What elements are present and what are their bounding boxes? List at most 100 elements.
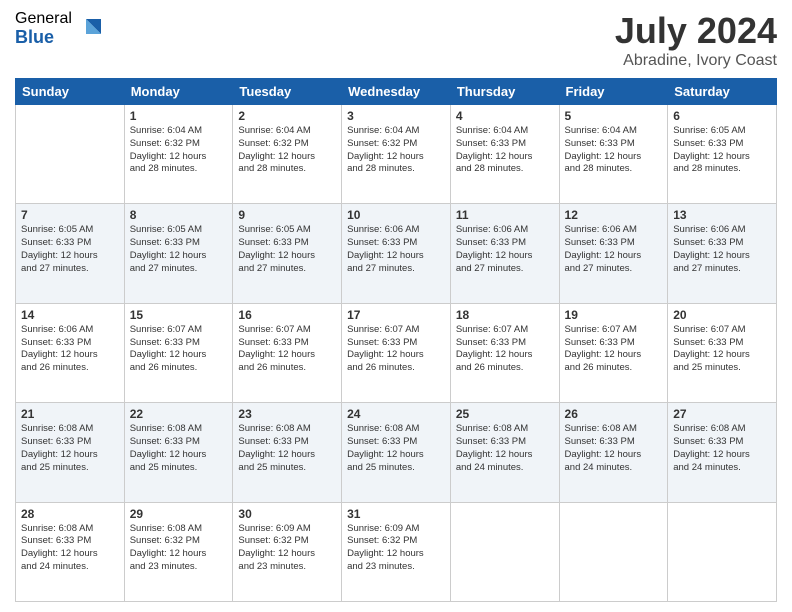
day-number: 1: [130, 109, 228, 123]
day-number: 27: [673, 407, 771, 421]
title-area: July 2024 Abradine, Ivory Coast: [615, 10, 777, 70]
day-info: Sunrise: 6:05 AM Sunset: 6:33 PM Dayligh…: [238, 224, 336, 275]
col-header-saturday: Saturday: [668, 79, 777, 105]
calendar-cell: [668, 502, 777, 601]
logo-icon: [76, 14, 106, 44]
calendar-row-2: 7 Sunrise: 6:05 AM Sunset: 6:33 PM Daylig…: [16, 204, 777, 303]
page: General Blue July 2024 Abradine, Ivory C…: [0, 0, 792, 612]
calendar-cell: 16Sunrise: 6:07 AM Sunset: 6:33 PM Dayli…: [233, 303, 342, 402]
day-info: Sunrise: 6:05 AM Sunset: 6:33 PM Dayligh…: [21, 224, 119, 275]
calendar-cell: 19 Sunrise: 6:07 AM Sunset: 6:33 PM Dayli…: [559, 303, 668, 402]
calendar-cell: 6Sunrise: 6:05 AM Sunset: 6:33 PM Daylig…: [668, 105, 777, 204]
day-info: Sunrise: 6:06 AM Sunset: 6:33 PM Dayligh…: [673, 224, 771, 275]
day-number: 7: [21, 208, 119, 222]
day-number: 29: [130, 507, 228, 521]
day-info: Sunrise: 6:06 AM Sunset: 6:33 PM Dayligh…: [347, 224, 445, 275]
logo-text: General Blue: [15, 10, 72, 47]
calendar-cell: 31 Sunrise: 6:09 AM Sunset: 6:32 PM Dayli…: [342, 502, 451, 601]
calendar-cell: 11 Sunrise: 6:06 AM Sunset: 6:33 PM Dayli…: [450, 204, 559, 303]
calendar-row-5: 28 Sunrise: 6:08 AM Sunset: 6:33 PM Dayli…: [16, 502, 777, 601]
day-number: 9: [238, 208, 336, 222]
calendar-cell: 23Sunrise: 6:08 AM Sunset: 6:33 PM Dayli…: [233, 403, 342, 502]
day-number: 6: [673, 109, 771, 123]
day-info: Sunrise: 6:08 AM Sunset: 6:33 PM Dayligh…: [456, 423, 554, 474]
day-info: Sunrise: 6:08 AM Sunset: 6:33 PM Dayligh…: [565, 423, 663, 474]
day-info: Sunrise: 6:06 AM Sunset: 6:33 PM Dayligh…: [456, 224, 554, 275]
calendar-cell: 27 Sunrise: 6:08 AM Sunset: 6:33 PM Dayli…: [668, 403, 777, 502]
day-info: Sunrise: 6:08 AM Sunset: 6:33 PM Dayligh…: [347, 423, 445, 474]
calendar-cell: 14 Sunrise: 6:06 AM Sunset: 6:33 PM Dayli…: [16, 303, 125, 402]
calendar-cell: 25 Sunrise: 6:08 AM Sunset: 6:33 PM Dayli…: [450, 403, 559, 502]
day-info: Sunrise: 6:04 AM Sunset: 6:33 PM Dayligh…: [565, 125, 663, 176]
day-number: 3: [347, 109, 445, 123]
day-info: Sunrise: 6:07 AM Sunset: 6:33 PM Dayligh…: [347, 324, 445, 375]
calendar-row-4: 21 Sunrise: 6:08 AM Sunset: 6:33 PM Dayli…: [16, 403, 777, 502]
col-header-tuesday: Tuesday: [233, 79, 342, 105]
day-number: 17: [347, 308, 445, 322]
logo-blue: Blue: [15, 28, 72, 48]
day-info: Sunrise: 6:09 AM Sunset: 6:32 PM Dayligh…: [347, 523, 445, 574]
calendar-cell: 15 Sunrise: 6:07 AM Sunset: 6:33 PM Dayli…: [124, 303, 233, 402]
calendar-cell: 1 Sunrise: 6:04 AM Sunset: 6:32 PM Daylig…: [124, 105, 233, 204]
calendar-cell: 7 Sunrise: 6:05 AM Sunset: 6:33 PM Daylig…: [16, 204, 125, 303]
calendar-cell: 4Sunrise: 6:04 AM Sunset: 6:33 PM Daylig…: [450, 105, 559, 204]
day-number: 21: [21, 407, 119, 421]
month-title: July 2024: [615, 10, 777, 52]
day-info: Sunrise: 6:07 AM Sunset: 6:33 PM Dayligh…: [673, 324, 771, 375]
day-info: Sunrise: 6:06 AM Sunset: 6:33 PM Dayligh…: [565, 224, 663, 275]
calendar-cell: [16, 105, 125, 204]
day-info: Sunrise: 6:08 AM Sunset: 6:33 PM Dayligh…: [673, 423, 771, 474]
calendar-cell: 29Sunrise: 6:08 AM Sunset: 6:32 PM Dayli…: [124, 502, 233, 601]
calendar-cell: 26 Sunrise: 6:08 AM Sunset: 6:33 PM Dayli…: [559, 403, 668, 502]
day-info: Sunrise: 6:07 AM Sunset: 6:33 PM Dayligh…: [130, 324, 228, 375]
day-number: 14: [21, 308, 119, 322]
day-number: 12: [565, 208, 663, 222]
day-info: Sunrise: 6:04 AM Sunset: 6:32 PM Dayligh…: [130, 125, 228, 176]
header: General Blue July 2024 Abradine, Ivory C…: [15, 10, 777, 70]
calendar-cell: 13 Sunrise: 6:06 AM Sunset: 6:33 PM Dayli…: [668, 204, 777, 303]
day-info: Sunrise: 6:06 AM Sunset: 6:33 PM Dayligh…: [21, 324, 119, 375]
day-number: 15: [130, 308, 228, 322]
day-number: 25: [456, 407, 554, 421]
day-number: 20: [673, 308, 771, 322]
day-info: Sunrise: 6:08 AM Sunset: 6:33 PM Dayligh…: [21, 423, 119, 474]
calendar-cell: 9 Sunrise: 6:05 AM Sunset: 6:33 PM Daylig…: [233, 204, 342, 303]
day-number: 19: [565, 308, 663, 322]
calendar-cell: 10Sunrise: 6:06 AM Sunset: 6:33 PM Dayli…: [342, 204, 451, 303]
calendar-cell: 24 Sunrise: 6:08 AM Sunset: 6:33 PM Dayli…: [342, 403, 451, 502]
day-info: Sunrise: 6:07 AM Sunset: 6:33 PM Dayligh…: [565, 324, 663, 375]
day-info: Sunrise: 6:04 AM Sunset: 6:33 PM Dayligh…: [456, 125, 554, 176]
col-header-friday: Friday: [559, 79, 668, 105]
col-header-wednesday: Wednesday: [342, 79, 451, 105]
day-number: 18: [456, 308, 554, 322]
calendar-header-row: Sunday Monday Tuesday Wednesday Thursday…: [16, 79, 777, 105]
day-number: 30: [238, 507, 336, 521]
calendar-cell: 5 Sunrise: 6:04 AM Sunset: 6:33 PM Daylig…: [559, 105, 668, 204]
day-number: 5: [565, 109, 663, 123]
calendar-cell: 8Sunrise: 6:05 AM Sunset: 6:33 PM Daylig…: [124, 204, 233, 303]
day-number: 24: [347, 407, 445, 421]
calendar-cell: 22Sunrise: 6:08 AM Sunset: 6:33 PM Dayli…: [124, 403, 233, 502]
day-info: Sunrise: 6:08 AM Sunset: 6:33 PM Dayligh…: [21, 523, 119, 574]
calendar-cell: 28 Sunrise: 6:08 AM Sunset: 6:33 PM Dayli…: [16, 502, 125, 601]
col-header-sunday: Sunday: [16, 79, 125, 105]
logo-general: General: [15, 10, 72, 28]
calendar-cell: 12 Sunrise: 6:06 AM Sunset: 6:33 PM Dayli…: [559, 204, 668, 303]
day-number: 31: [347, 507, 445, 521]
day-number: 28: [21, 507, 119, 521]
day-info: Sunrise: 6:04 AM Sunset: 6:32 PM Dayligh…: [238, 125, 336, 176]
calendar-cell: 17 Sunrise: 6:07 AM Sunset: 6:33 PM Dayli…: [342, 303, 451, 402]
day-number: 16: [238, 308, 336, 322]
calendar-table: Sunday Monday Tuesday Wednesday Thursday…: [15, 78, 777, 602]
logo: General Blue: [15, 10, 106, 47]
calendar-cell: 3Sunrise: 6:04 AM Sunset: 6:32 PM Daylig…: [342, 105, 451, 204]
calendar-row-3: 14 Sunrise: 6:06 AM Sunset: 6:33 PM Dayli…: [16, 303, 777, 402]
day-number: 13: [673, 208, 771, 222]
calendar-cell: 30Sunrise: 6:09 AM Sunset: 6:32 PM Dayli…: [233, 502, 342, 601]
location-title: Abradine, Ivory Coast: [615, 52, 777, 70]
calendar-cell: 21 Sunrise: 6:08 AM Sunset: 6:33 PM Dayli…: [16, 403, 125, 502]
col-header-monday: Monday: [124, 79, 233, 105]
day-number: 26: [565, 407, 663, 421]
day-number: 11: [456, 208, 554, 222]
calendar-row-1: 1 Sunrise: 6:04 AM Sunset: 6:32 PM Daylig…: [16, 105, 777, 204]
